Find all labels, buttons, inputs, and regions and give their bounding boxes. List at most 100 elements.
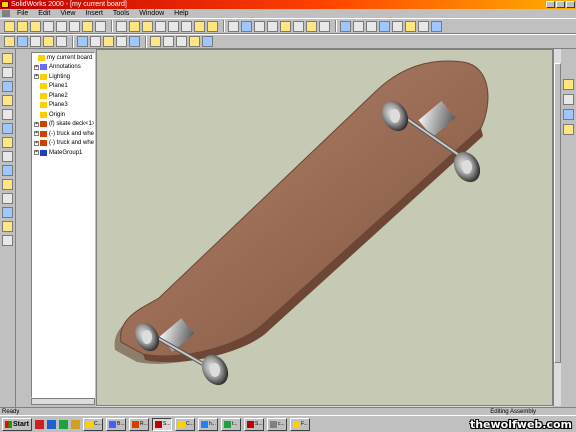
toolbar-button-icon[interactable]	[405, 20, 416, 32]
tree-item[interactable]: + MateGroup1	[32, 148, 94, 158]
tree-item[interactable]: Plane3	[32, 101, 94, 111]
toolbar-button-icon[interactable]	[95, 20, 106, 32]
toolbar-button-icon[interactable]	[103, 36, 114, 47]
toolbar-button-icon[interactable]	[69, 20, 80, 32]
menu-tools[interactable]: Tools	[108, 9, 134, 18]
toolbar-button-icon[interactable]	[4, 20, 15, 32]
expand-toggle-icon[interactable]: +	[34, 131, 39, 137]
menu-help[interactable]: Help	[169, 9, 193, 18]
tool-button-icon[interactable]	[2, 123, 13, 134]
toolbar-button-icon[interactable]	[82, 20, 93, 32]
viewport-vertical-scrollbar[interactable]	[553, 49, 561, 406]
tool-button-icon[interactable]	[563, 94, 574, 105]
taskbar-button[interactable]: c...	[267, 417, 287, 431]
taskbar-button[interactable]: B...	[106, 417, 126, 431]
toolbar-button-icon[interactable]	[353, 20, 364, 32]
feature-manager-tree[interactable]: my current board + Annotations + Lighting Pla…	[31, 52, 95, 398]
toolbar-button-icon[interactable]	[129, 36, 140, 47]
toolbar-button-icon[interactable]	[379, 20, 390, 32]
taskbar-button[interactable]: C...	[175, 417, 195, 431]
tree-item[interactable]: my current board	[32, 53, 94, 63]
scroll-thumb[interactable]	[554, 63, 561, 363]
document-icon[interactable]	[2, 10, 10, 17]
toolbar-button-icon[interactable]	[202, 36, 213, 47]
toolbar-button-icon[interactable]	[30, 36, 41, 47]
taskbar-button[interactable]: S...	[152, 417, 172, 431]
tool-button-icon[interactable]	[2, 235, 13, 246]
toolbar-button-icon[interactable]	[207, 20, 218, 32]
tool-button-icon[interactable]	[2, 67, 13, 78]
toolbar-button-icon[interactable]	[56, 36, 67, 47]
tool-button-icon[interactable]	[2, 193, 13, 204]
toolbar-button-icon[interactable]	[142, 20, 153, 32]
taskbar-button[interactable]: S...	[244, 417, 264, 431]
toolbar-button-icon[interactable]	[228, 20, 239, 32]
toolbar-button-icon[interactable]	[43, 20, 54, 32]
tree-item[interactable]: + Lighting	[32, 72, 94, 82]
tree-item[interactable]: Plane2	[32, 91, 94, 101]
taskbar-button[interactable]: t...	[221, 417, 241, 431]
tool-button-icon[interactable]	[2, 179, 13, 190]
tool-button-icon[interactable]	[563, 109, 574, 120]
toolbar-button-icon[interactable]	[181, 20, 192, 32]
toolbar-button-icon[interactable]	[168, 20, 179, 32]
toolbar-button-icon[interactable]	[4, 36, 15, 47]
tree-item[interactable]: + Annotations	[32, 63, 94, 73]
toolbar-button-icon[interactable]	[56, 20, 67, 32]
tool-button-icon[interactable]	[2, 137, 13, 148]
taskbar-button[interactable]: C...	[83, 417, 103, 431]
menu-window[interactable]: Window	[134, 9, 169, 18]
tool-button-icon[interactable]	[2, 81, 13, 92]
toolbar-button-icon[interactable]	[43, 36, 54, 47]
solidworks-app-icon[interactable]	[1, 1, 9, 8]
tool-button-icon[interactable]	[2, 151, 13, 162]
close-button[interactable]	[566, 1, 575, 8]
toolbar-button-icon[interactable]	[254, 20, 265, 32]
expand-toggle-icon[interactable]: +	[34, 74, 39, 80]
toolbar-button-icon[interactable]	[116, 36, 127, 47]
taskbar-button[interactable]: h...	[198, 417, 218, 431]
expand-toggle-icon[interactable]: +	[34, 140, 39, 146]
taskbar-button[interactable]: F...	[290, 417, 310, 431]
tool-button-icon[interactable]	[563, 124, 574, 135]
maximize-button[interactable]	[556, 1, 565, 8]
toolbar-button-icon[interactable]	[176, 36, 187, 47]
tree-item[interactable]: Origin	[32, 110, 94, 120]
quick-launch-icon[interactable]	[47, 419, 56, 429]
toolbar-button-icon[interactable]	[319, 20, 330, 32]
toolbar-button-icon[interactable]	[306, 20, 317, 32]
toolbar-button-icon[interactable]	[116, 20, 127, 32]
expand-toggle-icon[interactable]: +	[34, 150, 39, 156]
toolbar-button-icon[interactable]	[418, 20, 429, 32]
tree-horizontal-scrollbar[interactable]	[31, 398, 95, 405]
toolbar-button-icon[interactable]	[163, 36, 174, 47]
menu-view[interactable]: View	[55, 9, 80, 18]
tool-button-icon[interactable]	[2, 221, 13, 232]
expand-toggle-icon[interactable]: +	[34, 121, 39, 127]
toolbar-button-icon[interactable]	[155, 20, 166, 32]
tool-button-icon[interactable]	[2, 165, 13, 176]
tree-item[interactable]: + (-) truck and wheels<2>	[32, 139, 94, 149]
toolbar-button-icon[interactable]	[392, 20, 403, 32]
title-bar[interactable]: SolidWorks 2000 - [my current board]	[0, 0, 576, 9]
toolbar-button-icon[interactable]	[366, 20, 377, 32]
graphics-area[interactable]	[96, 49, 553, 406]
toolbar-button-icon[interactable]	[129, 20, 140, 32]
menu-file[interactable]: File	[12, 9, 33, 18]
toolbar-button-icon[interactable]	[90, 36, 101, 47]
start-button[interactable]: Start	[2, 417, 32, 431]
tree-item[interactable]: Plane1	[32, 82, 94, 92]
quick-launch-icon[interactable]	[35, 419, 44, 429]
minimize-button[interactable]	[546, 1, 555, 8]
quick-launch-icon[interactable]	[71, 419, 80, 429]
tree-item[interactable]: + (f) skate deck<1>	[32, 120, 94, 130]
toolbar-button-icon[interactable]	[241, 20, 252, 32]
menu-insert[interactable]: Insert	[80, 9, 108, 18]
toolbar-button-icon[interactable]	[30, 20, 41, 32]
quick-launch-icon[interactable]	[59, 419, 68, 429]
toolbar-button-icon[interactable]	[150, 36, 161, 47]
tool-button-icon[interactable]	[2, 207, 13, 218]
toolbar-button-icon[interactable]	[431, 20, 442, 32]
tool-button-icon[interactable]	[2, 109, 13, 120]
toolbar-button-icon[interactable]	[293, 20, 304, 32]
